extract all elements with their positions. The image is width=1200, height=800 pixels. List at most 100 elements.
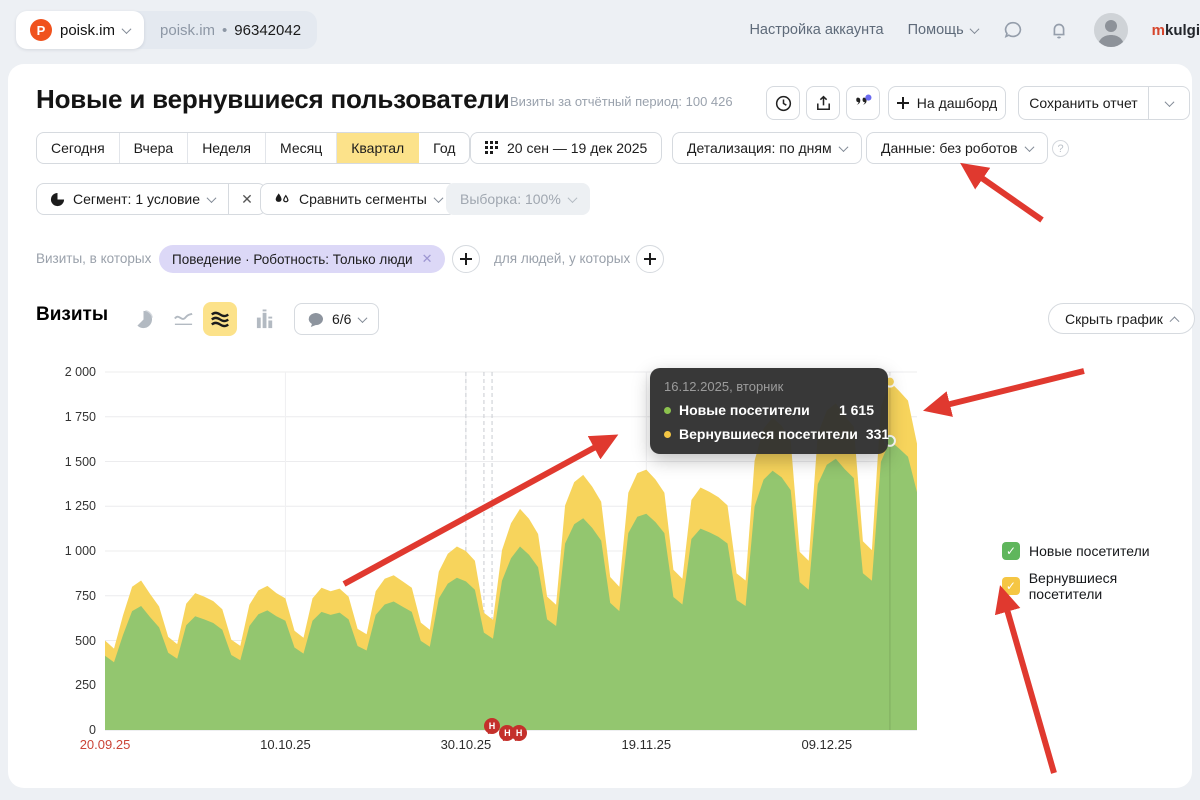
compare-drops-icon — [274, 192, 291, 206]
calendar-grid-icon — [485, 141, 499, 155]
account-settings-link[interactable]: Настройка аккаунта — [749, 22, 883, 38]
page-title: Новые и вернувшиеся пользователи — [36, 84, 509, 115]
chart-type-columns-icon[interactable] — [252, 306, 278, 332]
x-tick-label: 09.12.25 — [801, 737, 852, 752]
chevron-down-icon — [433, 193, 443, 203]
legend-item-returning-visitors[interactable]: ✓ Вернувшиеся посетители — [1002, 570, 1192, 602]
comment-marker[interactable]: Н — [484, 718, 500, 734]
legend-label: Вернувшиеся посетители — [1029, 570, 1192, 602]
add-to-dashboard-button[interactable]: На дашборд — [888, 86, 1006, 120]
tab-yesterday[interactable]: Вчера — [120, 133, 189, 163]
filter-chip-robots[interactable]: Поведение · Роботность: Только люди ✕ — [159, 245, 445, 273]
x-tick-label: 30.10.25 — [441, 737, 492, 752]
tooltip-value: 331 — [866, 426, 889, 442]
period-tabs: Сегодня Вчера Неделя Месяц Квартал Год — [36, 132, 470, 164]
filter-chip-label: Поведение · Роботность: Только люди — [172, 252, 413, 267]
tooltip-row-new: Новые посетители 1 615 — [664, 402, 874, 418]
segment-dropdown[interactable]: Сегмент: 1 условие — [37, 184, 228, 214]
y-tick-label: 500 — [20, 634, 96, 648]
comment-marker[interactable]: Н — [511, 725, 527, 741]
add-people-condition-button[interactable] — [636, 245, 664, 273]
tooltip-row-returning: Вернувшиеся посетители 331 — [664, 426, 874, 442]
chevron-down-icon — [358, 313, 368, 323]
y-tick-label: 0 — [20, 723, 96, 737]
history-clock-button[interactable] — [766, 86, 800, 120]
chart-comments-dropdown[interactable]: 6/6 — [294, 303, 379, 335]
tooltip-label: Новые посетители — [679, 402, 831, 418]
y-tick-label: 1 000 — [20, 544, 96, 558]
comments-toggle-button[interactable] — [846, 86, 880, 120]
help-label: Помощь — [908, 22, 964, 38]
username-rest: kulgi — [1165, 22, 1200, 39]
checkbox-checked-green[interactable]: ✓ — [1002, 542, 1020, 560]
chevron-down-icon — [838, 142, 848, 152]
chevron-down-icon — [969, 24, 979, 34]
sampling-label: Выборка: 100% — [460, 191, 561, 207]
x-tick-label: 20.09.25 — [80, 737, 131, 752]
hide-chart-label: Скрыть график — [1065, 311, 1163, 327]
sampling-dropdown[interactable]: Выборка: 100% — [446, 183, 590, 215]
checkbox-checked-yellow[interactable]: ✓ — [1002, 577, 1020, 595]
y-tick-label: 1 250 — [20, 499, 96, 513]
chevron-down-icon — [1164, 97, 1174, 107]
y-tick-label: 1 500 — [20, 455, 96, 469]
counter-id: 96342042 — [234, 22, 301, 39]
comments-count: 6/6 — [332, 311, 351, 327]
y-tick-label: 250 — [20, 678, 96, 692]
y-tick-label: 1 750 — [20, 410, 96, 424]
tab-quarter[interactable]: Квартал — [337, 133, 419, 163]
y-tick-label: 2 000 — [20, 365, 96, 379]
counter-selector-group: P poisk.im poisk.im • 96342042 — [16, 11, 317, 49]
data-mode-label: Данные: без роботов — [881, 140, 1018, 156]
dot-separator: • — [222, 22, 227, 39]
counter-meta: poisk.im • 96342042 — [144, 22, 317, 39]
site-logo-icon: P — [30, 19, 52, 41]
chart-type-pie-icon[interactable] — [130, 306, 156, 332]
report-card: Новые и вернувшиеся пользователи Визиты … — [8, 64, 1192, 788]
tab-month[interactable]: Месяц — [266, 133, 337, 163]
x-tick-label: 10.10.25 — [260, 737, 311, 752]
username[interactable]: mkulgi — [1152, 22, 1200, 39]
save-report-menu-button[interactable] — [1149, 87, 1189, 119]
chip-remove-icon[interactable]: ✕ — [422, 251, 433, 267]
notifications-bell-icon[interactable] — [1048, 19, 1070, 41]
top-nav: Настройка аккаунта Помощь mkulgi — [749, 0, 1200, 60]
help-question-icon[interactable]: ? — [1052, 140, 1069, 157]
chat-icon[interactable] — [1002, 19, 1024, 41]
people-filter-label: для людей, у которых — [494, 251, 630, 266]
detalization-dropdown[interactable]: Детализация: по дням — [672, 132, 862, 164]
legend-label: Новые посетители — [1029, 543, 1150, 559]
help-menu[interactable]: Помощь — [908, 22, 978, 38]
hide-chart-button[interactable]: Скрыть график — [1048, 303, 1195, 334]
date-range-button[interactable]: 20 сен — 19 дек 2025 — [470, 132, 662, 164]
tab-today[interactable]: Сегодня — [37, 133, 120, 163]
compare-segments-button[interactable]: Сравнить сегменты — [260, 183, 456, 215]
chevron-down-icon — [122, 24, 132, 34]
tab-week[interactable]: Неделя — [188, 133, 266, 163]
export-button[interactable] — [806, 86, 840, 120]
legend-item-new-visitors[interactable]: ✓ Новые посетители — [1002, 542, 1150, 560]
save-report-button[interactable]: Сохранить отчет — [1019, 87, 1148, 119]
add-visits-condition-button[interactable] — [452, 245, 480, 273]
y-axis: 02505007501 0001 2501 5001 7502 000 — [20, 372, 96, 730]
tab-year[interactable]: Год — [419, 133, 469, 163]
chart-type-line-icon[interactable] — [170, 306, 196, 332]
tooltip-date: 16.12.2025, вторник — [664, 379, 874, 394]
yellow-dot-icon — [664, 431, 671, 438]
avatar[interactable] — [1094, 13, 1128, 47]
speech-bubble-icon — [307, 312, 324, 327]
green-dot-icon — [664, 407, 671, 414]
plus-icon — [460, 253, 472, 265]
segment-label: Сегмент: 1 условие — [73, 191, 200, 207]
data-mode-dropdown[interactable]: Данные: без роботов — [866, 132, 1048, 164]
detalization-label: Детализация: по дням — [687, 140, 832, 156]
counter-selector[interactable]: P poisk.im — [16, 11, 144, 49]
visits-filter-label: Визиты, в которых — [36, 251, 151, 266]
x-tick-label: 19.11.25 — [622, 737, 672, 752]
counter-meta-site: poisk.im — [160, 22, 215, 39]
tooltip-value: 1 615 — [839, 402, 874, 418]
chart-type-stacked-area-icon-selected[interactable] — [203, 302, 237, 336]
y-tick-label: 750 — [20, 589, 96, 603]
segment-control: Сегмент: 1 условие ✕ — [36, 183, 266, 215]
chart-tooltip: 16.12.2025, вторник Новые посетители 1 6… — [650, 368, 888, 454]
